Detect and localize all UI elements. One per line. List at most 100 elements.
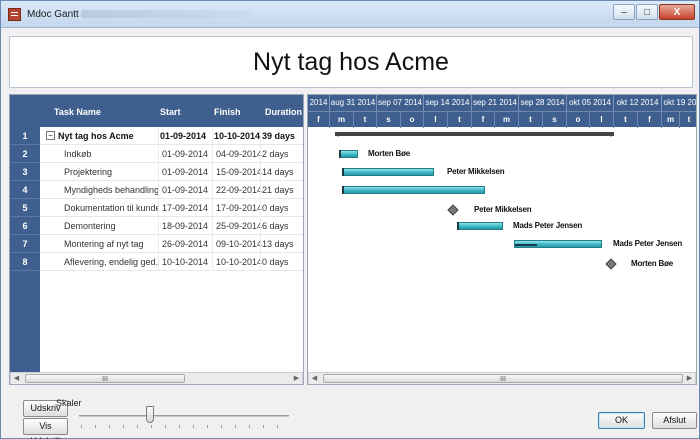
task-bar-start-marker [342, 186, 344, 194]
window-controls: ‒ □ X [613, 4, 695, 20]
finish-cell: 22-09-2014 [216, 185, 263, 195]
column-header-finish[interactable]: Finish [214, 107, 241, 117]
column-header-start[interactable]: Start [160, 107, 181, 117]
day-label: l [590, 112, 614, 128]
maximize-button[interactable]: □ [636, 4, 658, 20]
column-header-duration[interactable]: Duration [265, 107, 302, 117]
duration-cell: 2 days [262, 149, 289, 159]
task-bar-start-marker [339, 150, 341, 158]
finish-cell: 15-09-2014 [216, 167, 263, 177]
resource-label: Peter Mikkelsen [474, 205, 532, 214]
scroll-right-arrow-icon[interactable]: ▶ [291, 373, 302, 384]
row-number: 6 [10, 217, 40, 235]
day-label: f [638, 112, 662, 128]
duration-cell: 13 days [262, 239, 294, 249]
day-label: o [401, 112, 424, 128]
duration-cell: 21 days [262, 185, 294, 195]
row-number: 3 [10, 163, 40, 181]
task-bar-start-marker [342, 168, 344, 176]
week-label: sep 07 2014 [377, 95, 424, 111]
grid-horizontal-scrollbar[interactable]: ◀ III ▶ [10, 372, 303, 384]
task-name-cell: Myndigheds behandling [64, 185, 158, 195]
window-title: Mdoc Gantt [27, 9, 79, 20]
week-label: okt 19 20 [663, 98, 697, 107]
gantt-chart: 2014 aug 31 2014 sep 07 2014 sep 14 2014… [307, 94, 697, 385]
task-bar[interactable] [457, 222, 503, 230]
resource-label: Mads Peter Jensen [613, 239, 683, 248]
task-name-cell: Demontering [64, 221, 116, 231]
week-label: aug 31 2014 [330, 95, 377, 111]
finish-cell: 17-09-2014 [216, 203, 263, 213]
finish-cell: 25-09-2014 [216, 221, 263, 231]
day-label: t [687, 115, 691, 124]
week-label: okt 12 2014 [614, 95, 662, 111]
scale-slider-track[interactable] [79, 415, 289, 417]
scale-slider-thumb[interactable] [146, 406, 154, 423]
task-bar-start-marker [457, 222, 459, 230]
task-bar[interactable] [342, 186, 485, 194]
finish-cell: 09-10-2014 [216, 239, 263, 249]
week-label: sep 28 2014 [519, 95, 567, 111]
start-cell: 01-09-2014 [162, 149, 209, 159]
resource-label: Peter Mikkelsen [447, 167, 505, 176]
scroll-right-arrow-icon[interactable]: ▶ [684, 373, 695, 384]
day-label: t [614, 112, 638, 128]
close-button[interactable]: X [659, 4, 695, 20]
title-bar[interactable]: Mdoc Gantt ‒ □ X [1, 1, 699, 28]
task-name-cell: Aflevering, endelig ged... [64, 257, 158, 267]
finish-cell: 10-10-2014 [214, 131, 261, 141]
scroll-left-arrow-icon[interactable]: ◀ [309, 373, 320, 384]
scrollbar-thumb[interactable]: III [25, 374, 185, 383]
row-number: 7 [10, 235, 40, 253]
day-label: l [424, 112, 448, 128]
scroll-grip: III [102, 376, 108, 383]
scroll-grip: III [500, 376, 506, 383]
column-header-task-name[interactable]: Task Name [54, 107, 101, 117]
start-cell: 17-09-2014 [162, 203, 209, 213]
timeline-days: f m t s o l t f m t s o l t f m t [308, 111, 696, 128]
resource-label: Morten Bøe [631, 259, 674, 268]
start-cell: 01-09-2014 [162, 185, 209, 195]
row-number: 2 [10, 145, 40, 163]
column-divider [260, 127, 261, 271]
task-name-cell: Dokumentation til kunde [64, 203, 158, 213]
app-window: Mdoc Gantt ‒ □ X Nyt tag hos Acme Task N… [0, 0, 700, 439]
start-cell: 01-09-2014 [160, 131, 207, 141]
finish-cell: 10-10-2014 [216, 257, 263, 267]
app-icon [8, 8, 21, 21]
row-number: 4 [10, 181, 40, 199]
scrollbar-thumb[interactable]: III [323, 374, 683, 383]
resource-label: Mads Peter Jensen [513, 221, 583, 230]
day-label: s [377, 112, 401, 128]
task-name-cell: Indkøb [64, 149, 92, 159]
day-label: t [519, 112, 543, 128]
ok-button[interactable]: OK [598, 412, 645, 429]
milestone-diamond[interactable] [605, 258, 617, 270]
title-bar-background-text [81, 10, 251, 18]
start-cell: 26-09-2014 [162, 239, 209, 249]
task-name-cell: Nyt tag hos Acme [58, 131, 134, 141]
duration-cell: 0 days [262, 257, 289, 267]
task-bar[interactable] [514, 240, 602, 248]
duration-cell: 0 days [262, 203, 289, 213]
minimize-button[interactable]: ‒ [613, 4, 635, 20]
exit-button[interactable]: Afslut [652, 412, 697, 429]
project-header: Nyt tag hos Acme [9, 36, 693, 88]
week-label: sep 21 2014 [472, 95, 519, 111]
task-name-cell: Projektering [64, 167, 113, 177]
task-bar[interactable] [339, 150, 358, 158]
print-preview-button[interactable]: Vis Udskrift [23, 418, 68, 439]
start-cell: 01-09-2014 [162, 167, 209, 177]
duration-cell: 39 days [262, 131, 296, 141]
chart-horizontal-scrollbar[interactable]: ◀ III ▶ [308, 372, 696, 384]
day-label: o [567, 112, 590, 128]
project-title: Nyt tag hos Acme [253, 47, 449, 76]
task-bar[interactable] [342, 168, 434, 176]
task-progress [515, 244, 537, 246]
milestone-diamond[interactable] [447, 204, 459, 216]
scroll-left-arrow-icon[interactable]: ◀ [11, 373, 22, 384]
summary-bar[interactable] [335, 132, 614, 137]
week-label: 2014 [308, 95, 330, 111]
row-number: 5 [10, 199, 40, 217]
collapse-toggle[interactable]: − [46, 131, 55, 140]
